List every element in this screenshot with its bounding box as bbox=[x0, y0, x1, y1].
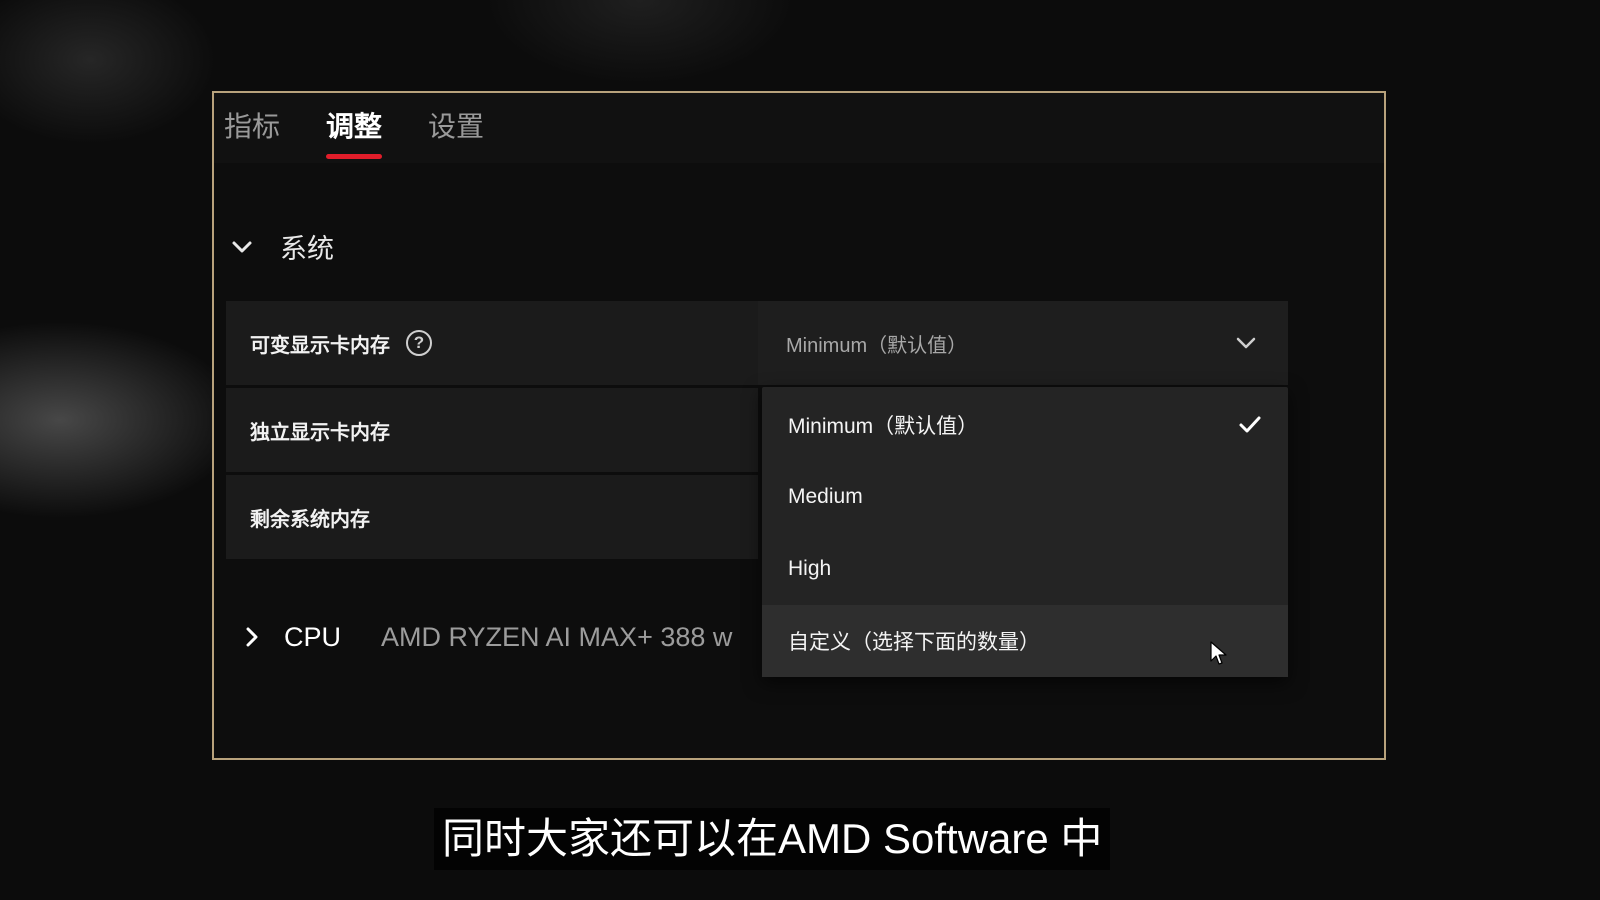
tab-metrics-label: 指标 bbox=[224, 111, 281, 142]
tab-tuning[interactable]: 调整 bbox=[326, 105, 383, 159]
cpu-model-value: AMD RYZEN AI MAX+ 388 w bbox=[381, 621, 733, 652]
cpu-section-label: CPU bbox=[284, 621, 342, 652]
row-dedicated-graphics-memory: 独立显示卡内存 bbox=[226, 388, 758, 472]
option-medium[interactable]: Medium bbox=[762, 461, 1288, 533]
option-label: 自定义（选择下面的数量） bbox=[788, 631, 1040, 654]
help-icon[interactable]: ? bbox=[406, 330, 432, 356]
chevron-down-icon bbox=[1236, 337, 1256, 349]
cpu-section-toggle[interactable]: CPU AMD RYZEN AI MAX+ 388 w bbox=[240, 617, 732, 657]
tab-settings[interactable]: 设置 bbox=[428, 105, 484, 145]
tab-tuning-label: 调整 bbox=[326, 111, 383, 142]
option-high[interactable]: High bbox=[762, 533, 1288, 605]
tab-settings-label: 设置 bbox=[428, 111, 485, 142]
system-section-toggle[interactable]: 系统 bbox=[228, 227, 334, 266]
active-tab-indicator bbox=[326, 154, 383, 159]
tab-metrics[interactable]: 指标 bbox=[224, 105, 280, 145]
option-label: Medium bbox=[788, 485, 863, 508]
amd-software-window: 指标 调整 设置 系统 可变显示卡内存 ? 独立显示卡内存 剩余系统内存 Min… bbox=[212, 91, 1386, 760]
memory-dropdown-list: Minimum（默认值） Medium High 自定义（选择下面的数量） bbox=[762, 387, 1288, 677]
video-subtitle: 同时大家还可以在AMD Software 中 bbox=[434, 808, 1111, 870]
row-remaining-system-memory: 剩余系统内存 bbox=[226, 475, 758, 559]
row-label: 剩余系统内存 bbox=[250, 508, 370, 531]
row-label: 独立显示卡内存 bbox=[250, 421, 390, 444]
video-frame: 指标 调整 设置 系统 可变显示卡内存 ? 独立显示卡内存 剩余系统内存 Min… bbox=[0, 0, 1600, 900]
option-custom[interactable]: 自定义（选择下面的数量） bbox=[762, 605, 1288, 677]
tab-bar: 指标 调整 设置 bbox=[214, 93, 1384, 163]
mouse-cursor-icon bbox=[1210, 641, 1227, 665]
option-label: Minimum（默认值） bbox=[788, 415, 979, 438]
checkmark-icon bbox=[1239, 416, 1261, 433]
option-label: High bbox=[788, 557, 832, 580]
system-section-label: 系统 bbox=[280, 234, 334, 264]
row-label: 可变显示卡内存 bbox=[250, 334, 390, 357]
select-current-value: Minimum（默认值） bbox=[786, 334, 968, 357]
variable-graphics-memory-select[interactable]: Minimum（默认值） bbox=[758, 301, 1288, 385]
row-variable-graphics-memory: 可变显示卡内存 ? bbox=[226, 301, 758, 385]
option-minimum[interactable]: Minimum（默认值） bbox=[762, 389, 1288, 461]
chevron-down-icon bbox=[232, 241, 252, 252]
chevron-right-icon bbox=[246, 627, 258, 647]
